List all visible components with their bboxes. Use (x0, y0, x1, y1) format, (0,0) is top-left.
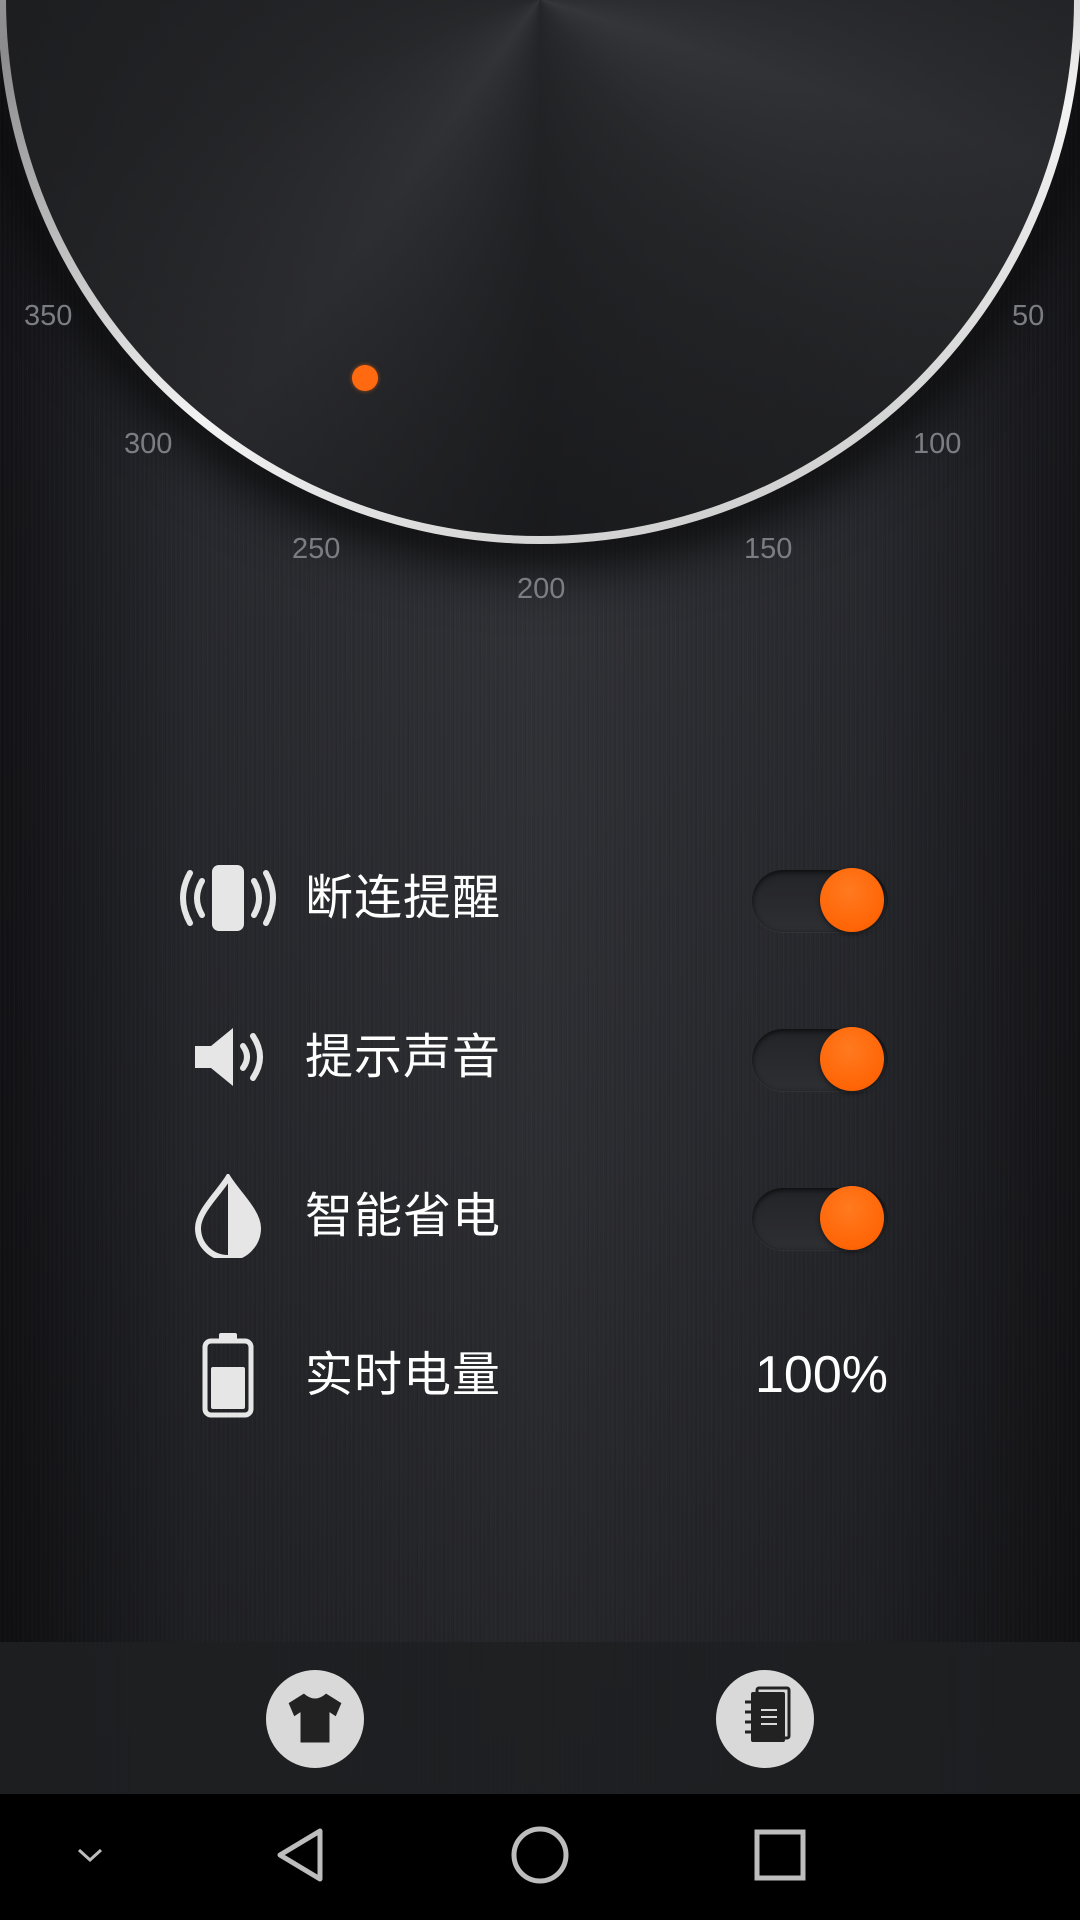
power-saving-drop-icon (175, 1174, 280, 1258)
dial[interactable] (0, 0, 1080, 544)
setting-row-sound: 提示声音 (175, 1017, 895, 1097)
notebook-icon (737, 1686, 793, 1752)
dial-tick-label: 200 (517, 573, 566, 605)
battery-icon (175, 1333, 280, 1418)
setting-row-disconnect-alert: 断连提醒 (175, 858, 895, 938)
toggle-knob (820, 868, 884, 932)
sound-toggle[interactable] (752, 1027, 888, 1091)
dial-indicator-dot (352, 365, 378, 391)
chevron-down-icon (75, 1845, 105, 1869)
back-icon (272, 1825, 328, 1889)
setting-label: 提示声音 (305, 1029, 502, 1085)
setting-label: 断连提醒 (305, 870, 502, 926)
dial-tick-label: 100 (913, 428, 962, 460)
vibrate-alert-icon (175, 858, 280, 938)
system-navigation-bar (0, 1794, 1080, 1920)
dial-tick-label: 150 (744, 533, 793, 565)
power-saving-toggle[interactable] (752, 1186, 888, 1250)
battery-level-value: 100% (755, 1346, 888, 1404)
toggle-knob (820, 1186, 884, 1250)
setting-row-power-saving: 智能省电 (175, 1174, 895, 1258)
dial-tick-label: 350 (24, 300, 73, 332)
home-icon (510, 1825, 570, 1889)
notes-button[interactable] (716, 1670, 814, 1768)
dial-tick-label: 50 (1012, 300, 1045, 332)
setting-row-battery: 实时电量 100% (175, 1333, 895, 1418)
theme-button[interactable] (266, 1670, 364, 1768)
home-button[interactable] (480, 1794, 600, 1920)
setting-label: 实时电量 (305, 1347, 502, 1403)
disconnect-alert-toggle[interactable] (752, 868, 888, 932)
speaker-icon (175, 1017, 280, 1097)
recents-icon (752, 1827, 808, 1887)
setting-label: 智能省电 (305, 1188, 502, 1244)
dial-tick-label: 300 (124, 428, 173, 460)
shirt-icon (284, 1689, 346, 1749)
toggle-knob (820, 1027, 884, 1091)
dial-tick-label: 250 (292, 533, 341, 565)
recents-button[interactable] (720, 1794, 840, 1920)
back-button[interactable] (240, 1794, 360, 1920)
hide-navbar-button[interactable] (30, 1794, 150, 1920)
app-screen: 350 50 300 100 250 150 200 断连提醒 提示声音 智能省… (0, 0, 1080, 1920)
bottom-action-bar (0, 1642, 1080, 1794)
